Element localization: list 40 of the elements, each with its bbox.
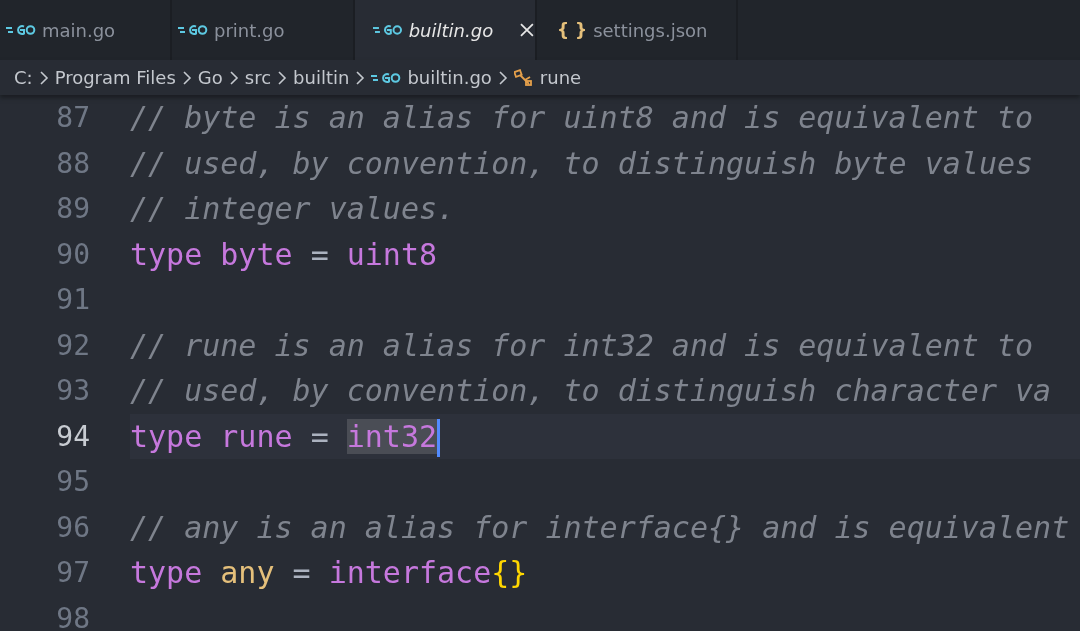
line-number: 91 (55, 283, 90, 317)
line-number: 89 (55, 192, 90, 226)
breadcrumb-item[interactable]: rune (513, 67, 582, 88)
line-number: 94 (55, 419, 90, 453)
selected-text: int32 (346, 418, 438, 454)
code-keyword: rune (220, 418, 293, 454)
code-comment: // integer values. (130, 191, 456, 226)
line-number: 88 (55, 146, 90, 180)
line-number: 87 (55, 101, 90, 135)
code-keyword: type (130, 555, 203, 590)
breadcrumb-item[interactable]: builtin (293, 67, 350, 88)
code-operator: = (310, 418, 329, 454)
code-comment: // rune is an alias for int32 and is equivalent to (130, 327, 1034, 363)
breadcrumb-item[interactable]: src (244, 67, 272, 88)
line-number: 92 (55, 328, 90, 362)
code-operator: = (292, 555, 311, 590)
breadcrumb-item[interactable]: Program Files (54, 67, 176, 88)
code-keyword: uint8 (346, 236, 438, 272)
code-comment: // byte is an alias for uint8 and is equivalent to (130, 100, 1034, 135)
code-operator: = (310, 236, 329, 272)
breadcrumb-item[interactable]: Go (197, 67, 223, 88)
code-keyword: interface (328, 555, 492, 590)
code-comment: // used, by convention, to distinguish byte values (130, 145, 1034, 181)
line-number: 90 (55, 237, 90, 271)
editor-tab[interactable]: builtin.go (355, 0, 537, 60)
code-comment: // any is an alias for interface{} and is equivalent (130, 509, 1070, 545)
line-number: 98 (55, 601, 90, 631)
code-keyword: type (130, 418, 203, 454)
braces-icon: { } (557, 20, 588, 40)
line-number: 97 (55, 556, 90, 590)
code-identifier: any (220, 555, 275, 590)
breadcrumb-item[interactable]: builtin.go (371, 67, 492, 88)
code-keyword: byte (220, 236, 293, 272)
code-brace: {} (491, 555, 528, 590)
breadcrumb-item[interactable]: C: (14, 67, 33, 88)
line-number: 96 (55, 510, 90, 544)
line-number: 95 (55, 465, 90, 499)
code-comment: // used, by convention, to distinguish character va (130, 373, 1052, 408)
code-keyword: type (130, 236, 203, 272)
line-number: 93 (55, 374, 90, 408)
